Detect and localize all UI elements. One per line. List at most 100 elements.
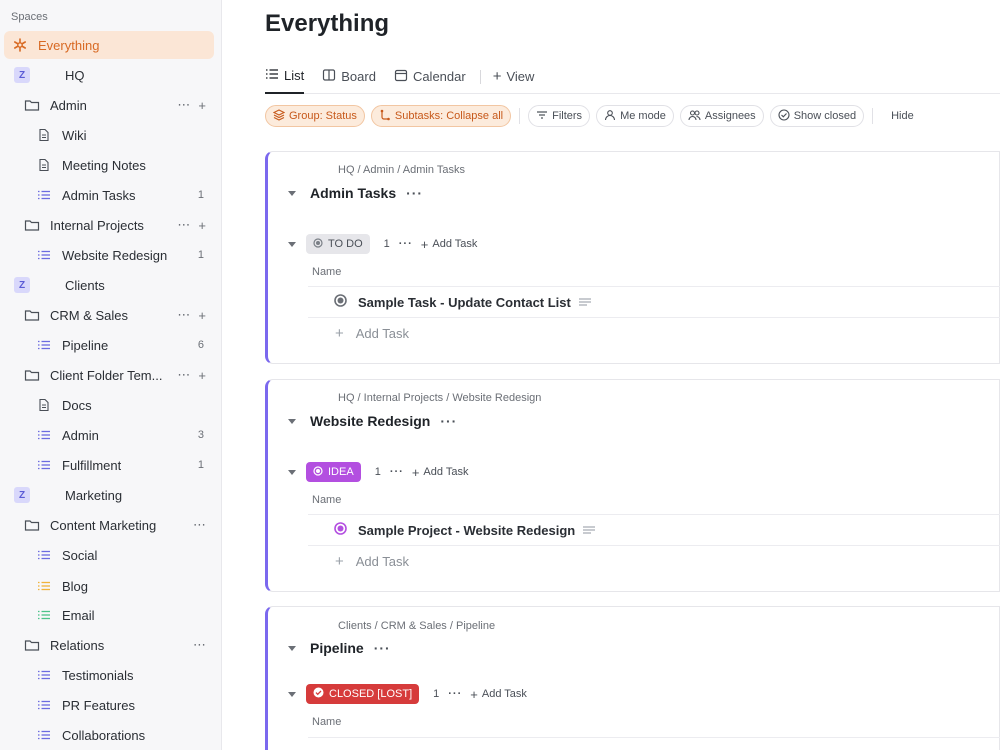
page-title: Everything [265, 10, 390, 37]
task-row[interactable]: Sample Task - Update Contact List [308, 286, 1000, 318]
tab-list[interactable]: List [265, 60, 305, 94]
add-task-button[interactable]: + Add Task [421, 237, 478, 252]
add-task-row[interactable]: + Add Task [308, 547, 409, 575]
more-icon[interactable]: ··· [440, 413, 457, 429]
sidebar-folder-client-template[interactable]: Client Folder Tem... ⋯ + [4, 361, 214, 389]
more-icon[interactable]: ⋯ [177, 97, 190, 113]
collapse-caret-icon[interactable] [288, 241, 296, 247]
plus-icon[interactable]: + [198, 368, 206, 383]
sidebar-list-pr-features[interactable]: PR Features [4, 691, 214, 719]
sidebar-list-email[interactable]: Email [4, 601, 214, 629]
add-task-button[interactable]: + Add Task [470, 687, 527, 702]
sidebar-doc-wiki[interactable]: Wiki [4, 121, 214, 149]
plus-icon: + [335, 552, 344, 570]
group-title: Pipeline ··· [288, 640, 391, 656]
check-circle-icon [778, 108, 790, 124]
group-title: Admin Tasks ··· [288, 185, 423, 201]
list-icon [36, 697, 52, 713]
collapse-caret-icon[interactable] [288, 190, 296, 196]
column-header-name: Name [312, 266, 342, 278]
sidebar-folder-crm-sales[interactable]: CRM & Sales ⋯ + [4, 301, 214, 329]
sidebar-list-website-redesign[interactable]: Website Redesign 1 [4, 241, 214, 269]
sidebar-folder-relations[interactable]: Relations ⋯ [4, 631, 214, 659]
tab-calendar[interactable]: Calendar [394, 60, 466, 94]
me-mode-button[interactable]: Me mode [596, 105, 674, 127]
sidebar-doc-docs[interactable]: Docs [4, 391, 214, 419]
folder-icon [24, 367, 40, 383]
more-icon[interactable]: ··· [390, 466, 404, 478]
more-icon[interactable]: ⋯ [177, 307, 190, 323]
add-task-button[interactable]: + Add Task [412, 465, 469, 480]
more-icon[interactable]: ··· [374, 640, 391, 656]
sidebar: Spaces Everything Z HQ Admin ⋯ + Wiki Mee… [0, 0, 222, 750]
status-circle-icon [313, 465, 323, 479]
add-view-button[interactable]: + View [493, 60, 535, 94]
folder-icon [24, 217, 40, 233]
users-icon [688, 109, 701, 124]
sidebar-list-testimonials[interactable]: Testimonials [4, 661, 214, 689]
sidebar-folder-internal-projects[interactable]: Internal Projects ⋯ + [4, 211, 214, 239]
sidebar-space-marketing[interactable]: Z Marketing [4, 481, 214, 509]
sidebar-item-everything[interactable]: Everything [4, 31, 214, 59]
sidebar-list-pipeline[interactable]: Pipeline 6 [4, 331, 214, 359]
sidebar-folder-content-marketing[interactable]: Content Marketing ⋯ [4, 511, 214, 539]
list-icon [36, 607, 52, 623]
assignees-button[interactable]: Assignees [679, 105, 764, 127]
group-breadcrumb: HQ / Admin / Admin Tasks [338, 164, 465, 176]
collapse-caret-icon[interactable] [288, 691, 296, 697]
item-count: 6 [197, 339, 204, 351]
status-circle-icon[interactable] [334, 294, 347, 310]
more-icon[interactable]: ⋯ [193, 637, 206, 653]
sidebar-list-social[interactable]: Social [4, 541, 214, 569]
board-view-icon [322, 68, 336, 85]
task-row[interactable] [308, 737, 1000, 750]
add-task-row[interactable]: + Add Task [308, 319, 409, 347]
status-badge-todo[interactable]: TO DO [306, 234, 370, 254]
folder-icon [24, 97, 40, 113]
more-icon[interactable]: ··· [448, 688, 462, 700]
plus-icon[interactable]: + [198, 98, 206, 113]
subtasks-button[interactable]: Subtasks: Collapse all [370, 105, 512, 127]
plus-icon[interactable]: + [198, 218, 206, 233]
hide-button[interactable]: Hide [881, 105, 924, 127]
task-name[interactable]: Sample Task - Update Contact List [358, 295, 571, 310]
list-icon [36, 547, 52, 563]
more-icon[interactable]: ⋯ [193, 517, 206, 533]
sidebar-list-blog[interactable]: Blog [4, 572, 214, 600]
list-icon [36, 457, 52, 473]
more-icon[interactable]: ⋯ [177, 217, 190, 233]
group-breadcrumb: Clients / CRM & Sales / Pipeline [338, 620, 496, 632]
group-status-button[interactable]: Group: Status [265, 105, 365, 127]
item-count: 1 [197, 459, 204, 471]
collapse-caret-icon[interactable] [288, 418, 296, 424]
sidebar-list-fulfillment[interactable]: Fulfillment 1 [4, 451, 214, 479]
task-row[interactable]: Sample Project - Website Redesign [308, 514, 1000, 546]
sidebar-list-collaborations[interactable]: Collaborations [4, 721, 214, 749]
filters-button[interactable]: Filters [528, 105, 591, 127]
sidebar-folder-admin[interactable]: Admin ⋯ + [4, 91, 214, 119]
list-icon [36, 187, 52, 203]
tab-board[interactable]: Board [322, 60, 376, 94]
status-count: 1 [433, 688, 440, 700]
task-name[interactable]: Sample Project - Website Redesign [358, 523, 575, 538]
sidebar-list-admin-tasks[interactable]: Admin Tasks 1 [4, 181, 214, 209]
plus-icon[interactable]: + [198, 308, 206, 323]
status-badge-closed-lost[interactable]: CLOSED [LOST] [306, 684, 420, 704]
sidebar-doc-meeting-notes[interactable]: Meeting Notes [4, 151, 214, 179]
collapse-caret-icon[interactable] [288, 645, 296, 651]
group-title: Website Redesign ··· [288, 413, 457, 429]
list-icon [36, 337, 52, 353]
more-icon[interactable]: ··· [406, 185, 423, 201]
status-badge-idea[interactable]: IDEA [306, 462, 361, 482]
sidebar-space-hq[interactable]: Z HQ [4, 61, 214, 89]
show-closed-button[interactable]: Show closed [769, 105, 865, 127]
plus-icon: + [335, 324, 344, 342]
more-icon[interactable]: ⋯ [177, 367, 190, 383]
collapse-caret-icon[interactable] [288, 469, 296, 475]
more-icon[interactable]: ··· [399, 238, 413, 250]
status-circle-icon[interactable] [334, 522, 347, 538]
group-website-redesign: HQ / Internal Projects / Website Redesig… [265, 379, 1000, 592]
status-row: IDEA 1 ··· + Add Task [288, 462, 468, 482]
sidebar-list-admin[interactable]: Admin 3 [4, 421, 214, 449]
sidebar-space-clients[interactable]: Z Clients [4, 271, 214, 299]
